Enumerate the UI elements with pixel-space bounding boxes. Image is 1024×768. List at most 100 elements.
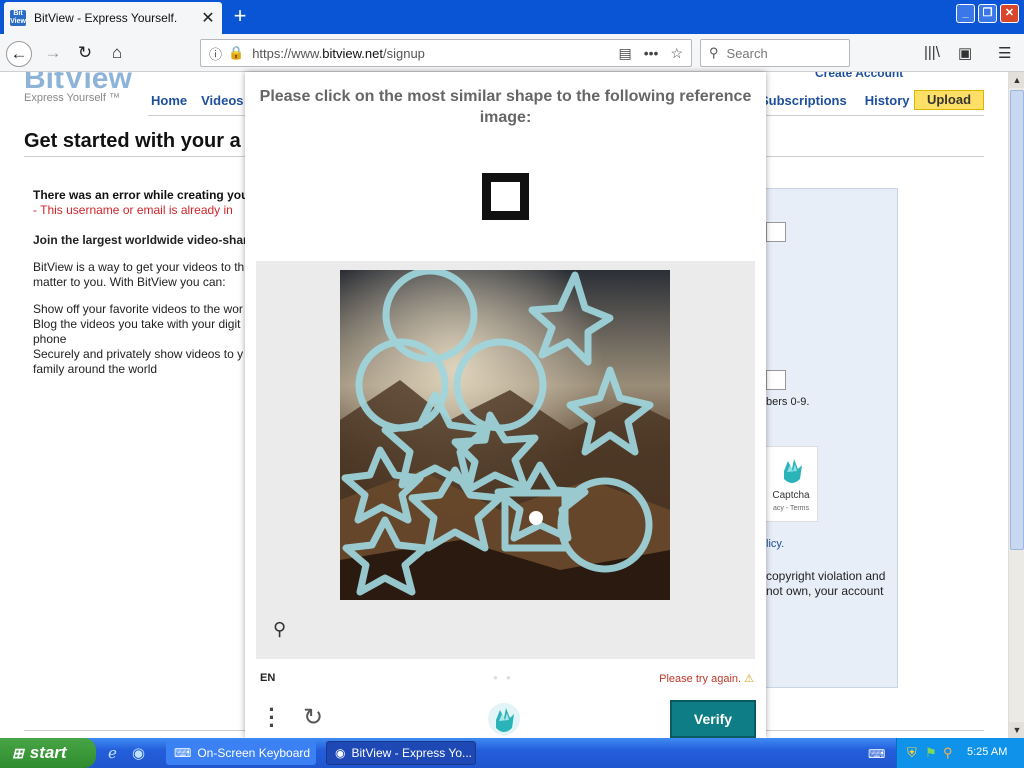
verify-button[interactable]: Verify [670, 700, 756, 738]
reader-view-icon[interactable]: ▤ [618, 45, 631, 62]
browser-tab[interactable]: Bit View BitView - Express Yourself. ✕ [4, 2, 222, 34]
keyboard-layout-icon[interactable]: ⌨ [868, 747, 885, 761]
password-field[interactable] [766, 370, 786, 390]
bitview-favicon-icon: Bit View [10, 10, 26, 26]
window-close-button[interactable]: ✕ [1000, 4, 1019, 23]
sidebar-icon[interactable]: ▣ [958, 44, 972, 62]
search-icon: ⚲ [709, 45, 719, 60]
reload-icon[interactable]: ↻ [72, 41, 98, 67]
internet-explorer-icon[interactable]: ℯ [108, 744, 117, 762]
search-placeholder: Search [726, 45, 768, 61]
window-minimize-button[interactable]: _ [956, 4, 975, 23]
copyright-line: copyright violation and [766, 569, 886, 583]
copyright-notice: copyright violation and not own, your ac… [766, 569, 885, 599]
scroll-thumb[interactable] [1010, 90, 1024, 550]
system-tray: ⛨ ⚑ ⚲ 5:25 AM [896, 738, 1024, 768]
start-label: start [29, 743, 67, 762]
task-image-canvas[interactable] [340, 270, 670, 600]
url-path: /signup [382, 45, 425, 61]
nav-history-link[interactable]: History [865, 93, 910, 108]
taskbar-clock: 5:25 AM [967, 746, 1008, 758]
more-options-icon[interactable]: · · · [265, 699, 279, 737]
tab-title: BitView - Express Yourself. [34, 11, 178, 25]
library-icon[interactable]: |||\ [924, 44, 940, 61]
home-icon[interactable]: ⌂ [104, 41, 130, 67]
selection-marker [529, 511, 543, 525]
intro-line: BitView is a way to get your videos to t… [33, 260, 245, 274]
url-prefix: https://www. [252, 45, 323, 61]
error-message: - This username or email is already in [33, 203, 233, 217]
lock-icon: 🔒 [228, 45, 245, 60]
captcha-task-area: ⚲ [256, 261, 755, 659]
upload-button[interactable]: Upload [914, 90, 984, 110]
page-actions-icon[interactable]: ••• [644, 45, 659, 61]
site-info-icon[interactable]: ⓘ [209, 44, 222, 63]
zoom-search-icon[interactable]: ⚲ [273, 619, 286, 640]
firefox-quicklaunch-icon[interactable]: ◉ [132, 744, 145, 762]
firefox-icon: ◉ [335, 746, 346, 760]
security-shield-icon[interactable]: ⛨ [907, 745, 917, 761]
captcha-badge[interactable]: Captcha acy - Terms [764, 446, 818, 522]
window-maximize-button[interactable]: ❐ [978, 4, 997, 23]
back-arrow-icon[interactable]: ← [6, 41, 32, 67]
hamburger-menu-icon[interactable]: ☰ [998, 44, 1011, 62]
tab-close-icon[interactable]: ✕ [200, 8, 216, 28]
new-tab-icon[interactable]: + [228, 5, 252, 29]
feature-line: Show off your favorite videos to the wor [33, 302, 243, 316]
bookmark-star-icon[interactable]: ☆ [670, 45, 683, 62]
address-bar[interactable]: ⓘ 🔒 https://www.bitview.net/signup ▤ •••… [200, 39, 692, 67]
site-tagline: Express Yourself ™ [24, 92, 120, 104]
windows-flag-icon: ⊞ [12, 744, 24, 761]
retry-text: Please try again. [659, 673, 742, 685]
nav-videos-link[interactable]: Videos [201, 93, 243, 108]
language-selector[interactable]: EN [260, 672, 275, 684]
hcaptcha-logo-icon [784, 459, 802, 483]
retry-message: Please try again. ⚠ [659, 672, 754, 685]
create-account-link[interactable]: Create Account [815, 72, 903, 80]
feature-line: Blog the videos you take with your digit [33, 317, 241, 331]
copyright-line: not own, your account [766, 584, 884, 598]
intro-line: matter to you. With BitView you can: [33, 275, 226, 289]
reference-square-shape [482, 173, 529, 220]
signup-form-panel [756, 188, 898, 688]
network-icon[interactable]: ⚑ [925, 745, 937, 761]
feature-line: Securely and privately show videos to y [33, 347, 244, 361]
captcha-badge-terms[interactable]: acy - Terms [765, 505, 817, 512]
keyboard-icon: ⌨ [174, 746, 192, 760]
refresh-challenge-icon[interactable]: ↻ [303, 703, 323, 732]
join-title: Join the largest worldwide video-shar [33, 233, 248, 247]
warning-icon: ⚠ [744, 673, 754, 685]
taskbar-item-label: BitView - Express Yo... [351, 746, 472, 760]
search-tray-icon[interactable]: ⚲ [943, 745, 953, 761]
url-domain: bitview.net [322, 45, 383, 61]
taskbar-item-on-screen-keyboard[interactable]: ⌨ On-Screen Keyboard [166, 741, 316, 765]
start-button[interactable]: ⊞ start [0, 738, 96, 768]
site-nav-left: Home Videos [151, 93, 244, 108]
search-input[interactable]: ⚲ Search [700, 39, 850, 67]
captcha-challenge-modal: Please click on the most similar shape t… [245, 72, 766, 738]
captcha-prompt: Please click on the most similar shape t… [259, 88, 752, 126]
nav-subscriptions-link[interactable]: Subscriptions [760, 93, 847, 108]
windows-taskbar: ⊞ start ℯ ◉ ⌨ On-Screen Keyboard ◉ BitVi… [0, 738, 1024, 768]
hcaptcha-logo-icon [488, 703, 520, 735]
error-title: There was an error while creating you [33, 188, 249, 202]
page-heading: Get started with your a [24, 130, 241, 152]
nav-home-link[interactable]: Home [151, 93, 187, 108]
password-hint: bers 0-9. [766, 396, 810, 408]
browser-tab-bar: Bit View BitView - Express Yourself. ✕ +… [0, 0, 1024, 34]
site-nav-right: Subscriptions History [760, 93, 909, 108]
taskbar-item-label: On-Screen Keyboard [197, 746, 311, 760]
captcha-task-image[interactable] [340, 270, 670, 600]
url-text[interactable]: https://www.bitview.net/signup [252, 46, 606, 61]
feature-line: phone [33, 332, 67, 346]
scroll-up-icon[interactable]: ▲ [1009, 72, 1024, 88]
username-field[interactable] [766, 222, 786, 242]
page-scrollbar[interactable]: ▲ ▼ [1008, 72, 1024, 738]
scroll-down-icon[interactable]: ▼ [1009, 722, 1024, 738]
pager-dots: ● ● [493, 673, 514, 682]
policy-link[interactable]: licy. [766, 538, 784, 550]
browser-toolbar: ← → ↻ ⌂ ⓘ 🔒 https://www.bitview.net/sign… [0, 34, 1024, 72]
forward-arrow-icon[interactable]: → [40, 41, 66, 67]
taskbar-item-bitview[interactable]: ◉ BitView - Express Yo... [326, 741, 476, 765]
captcha-badge-label: Captcha [772, 490, 810, 501]
